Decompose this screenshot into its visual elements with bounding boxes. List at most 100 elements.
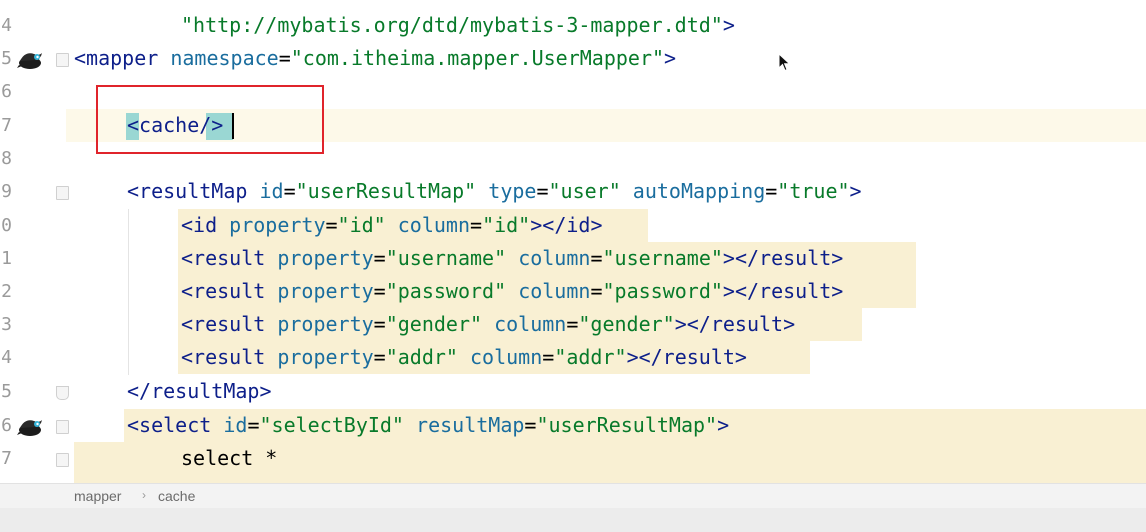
attr-value: "selectById" xyxy=(259,413,404,437)
tag-name: <result xyxy=(181,345,266,369)
mouse-pointer-icon xyxy=(778,53,791,72)
attr-name: property xyxy=(277,312,374,336)
indent-guide xyxy=(128,209,129,375)
mybatis-mapper-icon[interactable] xyxy=(17,49,44,71)
equals: = xyxy=(247,413,260,437)
breadcrumb-item-mapper[interactable]: mapper xyxy=(74,488,121,504)
tag-name: <resultMap xyxy=(127,179,248,203)
attr-value: "id" xyxy=(337,213,386,237)
line-number: 6 xyxy=(1,415,12,436)
attr-value: "gender" xyxy=(385,312,483,336)
attr-value: "userResultMap" xyxy=(295,179,477,203)
equals: = xyxy=(470,213,483,237)
equals: = xyxy=(278,46,291,70)
breadcrumb-bar: mapper › cache xyxy=(0,483,1146,508)
attr-name: column xyxy=(518,279,591,303)
line-number: 2 xyxy=(1,281,12,302)
attr-value: "addr" xyxy=(554,345,627,369)
breadcrumb-separator: › xyxy=(142,488,146,502)
attr-value: "true" xyxy=(777,179,850,203)
line-number: 1 xyxy=(1,248,12,269)
equals: = xyxy=(590,279,603,303)
line-number: 7 xyxy=(1,448,12,469)
attr-value: "user" xyxy=(548,179,621,203)
attr-name: column xyxy=(397,213,471,237)
line-number: 6 xyxy=(1,81,12,102)
tag-close: > xyxy=(849,179,862,203)
code-line[interactable]: <select id="selectById" resultMap="userR… xyxy=(127,409,729,442)
line-number: 4 xyxy=(1,347,12,368)
equals: = xyxy=(566,312,579,336)
code-line[interactable]: <result property="password" column="pass… xyxy=(181,275,843,308)
bottom-panel-strip xyxy=(0,508,1146,532)
attr-value: "password" xyxy=(602,279,723,303)
line-number: 0 xyxy=(1,215,12,236)
tag-name: <mapper xyxy=(74,46,159,70)
equals: = xyxy=(373,312,386,336)
code-line[interactable]: <resultMap id="userResultMap" type="user… xyxy=(127,175,862,208)
code-line[interactable]: <mapper namespace="com.itheima.mapper.Us… xyxy=(74,42,676,75)
attr-value: "id" xyxy=(482,213,531,237)
attr-value: "userResultMap" xyxy=(536,413,718,437)
attr-name: autoMapping xyxy=(632,179,766,203)
tag-name: <result xyxy=(181,246,266,270)
tag-close: ></result> xyxy=(722,279,844,303)
attr-name: property xyxy=(277,246,374,270)
attr-value: "com.itheima.mapper.UserMapper" xyxy=(290,46,665,70)
attr-name: property xyxy=(277,345,374,369)
breadcrumb-item-cache[interactable]: cache xyxy=(158,488,195,504)
attr-value: "username" xyxy=(602,246,723,270)
tag-close: > xyxy=(722,13,735,37)
line-number: 8 xyxy=(1,148,12,169)
sql-text: select * xyxy=(181,446,278,470)
equals: = xyxy=(542,345,555,369)
attr-name: id xyxy=(223,413,248,437)
editor-gutter: 4 5 6 7 8 9 0 1 2 3 4 5 6 7 xyxy=(0,0,69,483)
equals: = xyxy=(373,246,386,270)
equals: = xyxy=(536,179,549,203)
code-line[interactable]: <result property="gender" column="gender… xyxy=(181,308,795,341)
code-line[interactable]: select * xyxy=(181,442,277,475)
fold-marker-icon[interactable] xyxy=(56,186,69,200)
attr-name: column xyxy=(470,345,543,369)
fold-marker-icon[interactable] xyxy=(56,420,69,434)
equals: = xyxy=(325,213,338,237)
attr-name: type xyxy=(488,179,537,203)
tag-name: <id xyxy=(181,213,218,237)
attr-name: column xyxy=(494,312,567,336)
code-editor[interactable]: 4 5 6 7 8 9 0 1 2 3 4 5 6 7 "http://myba… xyxy=(0,0,1146,483)
attr-name: column xyxy=(518,246,591,270)
attr-value: "password" xyxy=(385,279,507,303)
line-number: 9 xyxy=(1,181,12,202)
tag-close: ></result> xyxy=(626,345,747,369)
code-line[interactable]: <result property="addr" column="addr"></… xyxy=(181,341,747,374)
fold-marker-icon[interactable] xyxy=(56,453,69,467)
fold-marker-icon[interactable] xyxy=(56,386,69,400)
attr-name: namespace xyxy=(170,46,279,70)
equals: = xyxy=(283,179,296,203)
fold-marker-icon[interactable] xyxy=(56,53,69,67)
line-number: 5 xyxy=(1,381,12,402)
tag-close: ></result> xyxy=(722,246,844,270)
tag-name: </resultMap> xyxy=(127,379,272,403)
line-number: 4 xyxy=(1,15,12,36)
code-line[interactable]: <result property="username" column="user… xyxy=(181,242,843,275)
mybatis-mapper-icon[interactable] xyxy=(17,416,44,438)
tag-close: > xyxy=(717,413,730,437)
attr-name: resultMap xyxy=(416,413,525,437)
tag-name: <select xyxy=(127,413,212,437)
code-line[interactable]: </resultMap> xyxy=(127,375,272,408)
line-number: 7 xyxy=(1,115,12,136)
code-line[interactable]: <id property="id" column="id"></id> xyxy=(181,209,602,242)
equals: = xyxy=(765,179,778,203)
tag-name: <result xyxy=(181,312,266,336)
tag-close: ></result> xyxy=(674,312,796,336)
line-number: 3 xyxy=(1,314,12,335)
attr-name: property xyxy=(277,279,374,303)
equals: = xyxy=(373,345,386,369)
attr-value: "gender" xyxy=(578,312,675,336)
attr-name: property xyxy=(229,213,326,237)
equals: = xyxy=(590,246,603,270)
code-line[interactable]: "http://mybatis.org/dtd/mybatis-3-mapper… xyxy=(181,9,735,42)
annotation-box xyxy=(96,85,324,154)
